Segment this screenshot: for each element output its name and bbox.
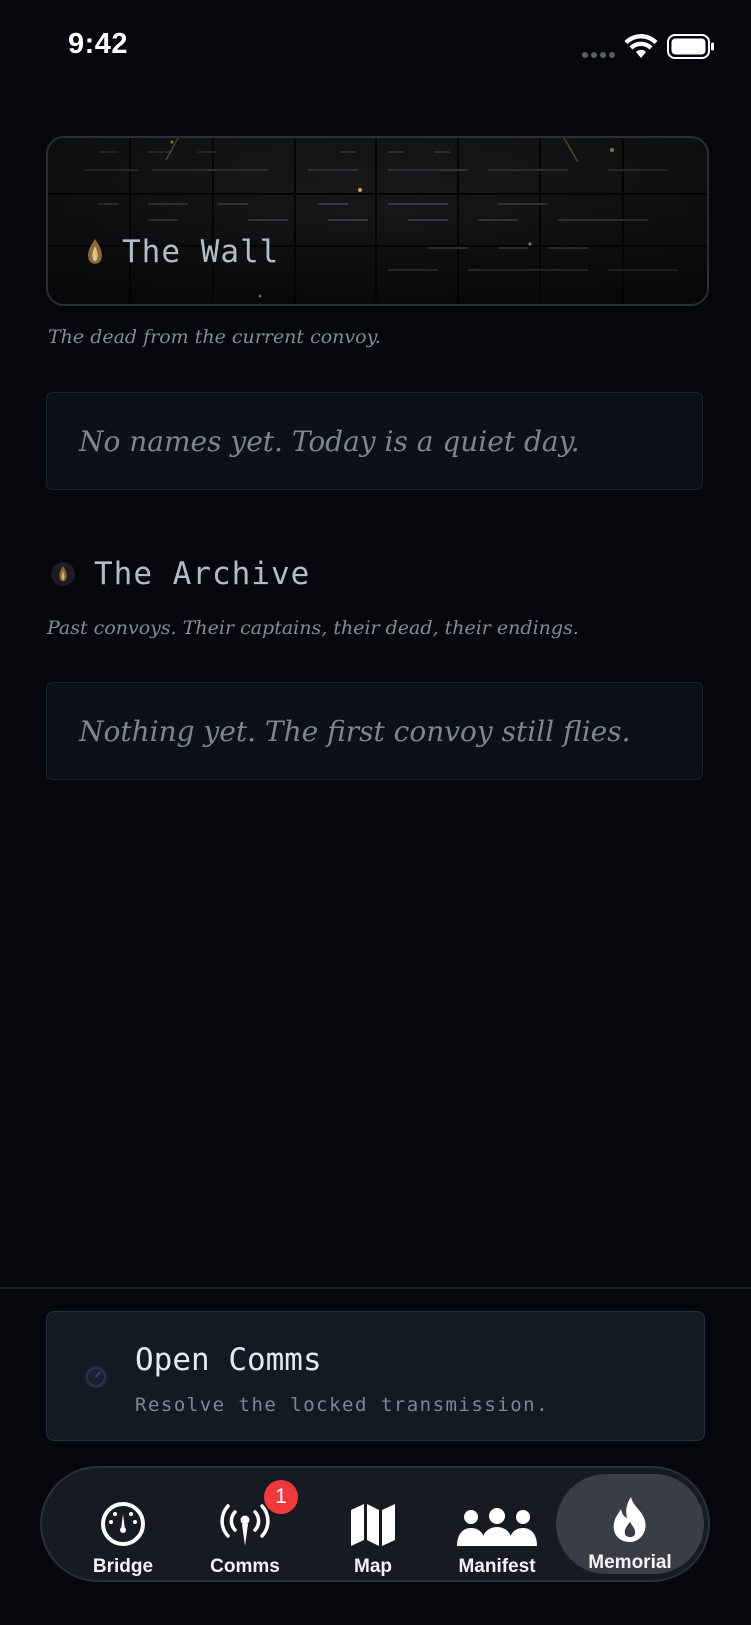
wall-title: The Wall (122, 234, 280, 270)
tab-label: Map (354, 1556, 392, 1577)
tab-manifest[interactable]: Manifest (432, 1468, 562, 1580)
wall-title-row: The Wall (84, 234, 279, 270)
memorial-wall-texture (48, 138, 707, 304)
status-time: 9:42 (68, 28, 129, 60)
tab-bar: Bridge Comms 1 Map Manifest Memorial (40, 1466, 710, 1582)
archive-subtitle: Past convoys. Their captains, their dead… (47, 617, 579, 639)
task-title: Open Comms (135, 1342, 322, 1378)
archive-empty-state: Nothing yet. The first convoy still flie… (46, 682, 703, 780)
task-subtitle: Resolve the locked transmission. (135, 1394, 550, 1416)
wall-subtitle: The dead from the current convoy. (48, 326, 381, 348)
battery-icon (667, 34, 714, 59)
flame-icon (613, 1497, 646, 1542)
wall-hero-banner: The Wall (46, 136, 709, 306)
map-icon (351, 1504, 395, 1546)
cellular-signal-icon (582, 52, 615, 58)
archive-empty-message: Nothing yet. The first convoy still flie… (79, 714, 631, 748)
status-bar: 9:42 (0, 0, 751, 96)
tab-label: Manifest (458, 1556, 536, 1577)
wall-empty-message: No names yet. Today is a quiet day. (79, 424, 580, 458)
tab-label: Bridge (92, 1556, 154, 1577)
tab-label: Memorial (588, 1552, 672, 1573)
tab-label: Comms (210, 1556, 280, 1577)
tab-bridge[interactable]: Bridge (58, 1468, 188, 1580)
archive-candle-icon (51, 562, 75, 586)
tab-map[interactable]: Map (308, 1468, 438, 1580)
bottom-divider (0, 1287, 751, 1289)
open-comms-card[interactable]: Open Comms Resolve the locked transmissi… (46, 1311, 705, 1441)
wifi-icon (624, 34, 658, 58)
wall-empty-state: No names yet. Today is a quiet day. (46, 392, 703, 490)
archive-header: The Archive (50, 556, 310, 592)
antenna-icon (220, 1504, 270, 1546)
tab-memorial[interactable]: Memorial (556, 1474, 704, 1574)
gauge-icon (101, 1502, 145, 1546)
gauge-icon (84, 1365, 108, 1389)
candle-flame-icon (88, 239, 102, 264)
comms-badge: 1 (264, 1480, 298, 1514)
archive-title: The Archive (94, 556, 311, 592)
people-icon (457, 1508, 537, 1546)
